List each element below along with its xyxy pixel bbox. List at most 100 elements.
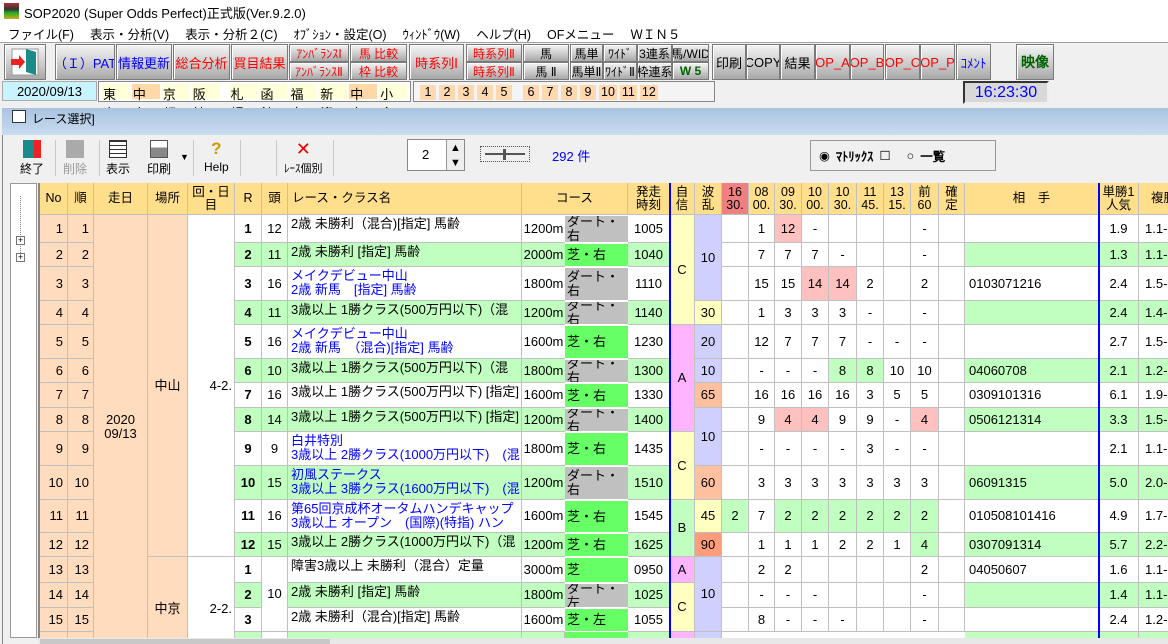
radio-matrix-label[interactable]: ﾏﾄﾘｯｸｽ — [836, 146, 874, 165]
odds-rank-0 — [722, 583, 749, 608]
analysis-button[interactable]: 総合分析 — [173, 44, 230, 80]
race-number-6[interactable]: 6 — [523, 85, 539, 100]
win5-button[interactable]: W 5 — [672, 62, 709, 80]
trio-button[interactable]: 3連系 — [637, 44, 672, 62]
wide-button[interactable]: ﾜｲﾄﾞ — [603, 44, 637, 62]
result-button[interactable]: 結果 — [780, 44, 815, 80]
odds-rank-0 — [722, 267, 749, 301]
help-tool[interactable]: ? Help — [204, 140, 229, 175]
race-number-8[interactable]: 8 — [561, 85, 577, 100]
print-tool[interactable]: 印刷 — [147, 140, 171, 177]
print-button[interactable]: 印刷 — [712, 44, 746, 80]
race-number-1[interactable]: 1 — [420, 85, 436, 100]
results-button[interactable]: 買目結果 — [231, 44, 288, 80]
menu-view-analysis[interactable]: 表示・分析(V) — [82, 22, 177, 42]
op-c-button[interactable]: OP_C — [885, 44, 920, 80]
race-name: 3歳以上 1勝クラス(500万円以下)（混 — [288, 359, 522, 383]
place-odds: 1.1- — [1139, 583, 1168, 608]
expand-icon[interactable]: + — [16, 253, 25, 262]
radio-matrix-icon[interactable]: ◉ — [819, 148, 830, 163]
timeseries-1-button[interactable]: 時系列Ⅰ — [409, 44, 464, 80]
race-count-spinner[interactable]: 2 ▲ ▼ — [407, 139, 465, 171]
comment-button[interactable]: ｺﾒﾝﾄ — [956, 44, 991, 80]
race-number-2[interactable]: 2 — [439, 85, 455, 100]
menu-help[interactable]: ヘルプ(H) — [468, 22, 539, 42]
wide-2-button[interactable]: ﾜｲﾄﾞⅡ — [603, 62, 637, 80]
menu-view-analysis-2[interactable]: 表示・分析２(C) — [177, 22, 285, 42]
race-number-4[interactable]: 4 — [477, 85, 493, 100]
venue-4[interactable]: 札幌 — [229, 84, 258, 121]
spinner-value[interactable]: 2 — [422, 147, 429, 162]
venue-5[interactable]: 函館 — [259, 84, 288, 121]
race-number-5[interactable]: 5 — [496, 85, 512, 100]
race-number-11[interactable]: 11 — [619, 85, 637, 100]
copy-button[interactable]: COPY — [746, 44, 780, 80]
scrollbar-thumb[interactable] — [40, 639, 330, 644]
frame-compare-button[interactable]: 枠 比較 — [350, 62, 407, 80]
wakuren-button[interactable]: 枠連系 — [637, 62, 672, 80]
menu-window[interactable]: ｳｨﾝﾄﾞｳ(W) — [395, 22, 469, 42]
separator — [333, 140, 334, 176]
race-number-3[interactable]: 3 — [458, 85, 474, 100]
venue-1[interactable]: 中山 — [131, 84, 160, 121]
op-a-button[interactable]: OP_A — [815, 44, 850, 80]
slider-icon[interactable] — [480, 146, 530, 162]
exit-door-button[interactable] — [4, 44, 46, 80]
op-p-button[interactable]: OP_P — [920, 44, 955, 80]
menu-file[interactable]: ファイル(F) — [0, 22, 82, 42]
horse-compare-button[interactable]: 馬 比較 — [350, 44, 407, 62]
clock: 16:23:30 — [963, 81, 1049, 104]
header-win: 単勝1 人気 — [1099, 183, 1139, 215]
video-button[interactable]: 映像 — [1016, 44, 1054, 80]
menu-options[interactable]: ｵﾌﾞｼｮﾝ・設定(O) — [286, 22, 395, 42]
exit-tool[interactable]: 終了 — [20, 140, 44, 177]
menu-of[interactable]: OFメニュー — [539, 22, 622, 42]
checkbox-icon[interactable]: ☐ — [879, 148, 890, 163]
expand-icon[interactable]: + — [16, 236, 25, 245]
unbalance-2-button[interactable]: ｱﾝﾊﾞﾗﾝｽⅡ — [289, 62, 349, 80]
horse-button[interactable]: 馬 — [523, 44, 569, 62]
umatan-2-button[interactable]: 馬単Ⅱ — [570, 62, 603, 80]
venue-9[interactable]: 小倉 — [379, 84, 408, 121]
timeseries-2-button[interactable]: 時系列Ⅱ — [466, 44, 522, 62]
date-display[interactable]: 2020/09/13 — [2, 81, 97, 101]
header-heads: 頭 — [262, 183, 288, 215]
spin-down-icon[interactable]: ▼ — [446, 155, 464, 170]
odds-rank-8 — [939, 243, 965, 267]
venue-0[interactable]: 東京 — [102, 84, 130, 121]
radio-list-icon[interactable]: ○ — [907, 149, 915, 163]
update-button[interactable]: 情報更新 — [116, 44, 172, 80]
dropdown-arrow-icon[interactable]: ▼ — [180, 152, 189, 162]
venue-3[interactable]: 阪神 — [191, 84, 220, 121]
odds-rank-7: - — [911, 432, 939, 466]
odds-rank-8 — [939, 383, 965, 408]
distance: 1200m — [522, 215, 565, 243]
menu-win5[interactable]: ＷＩＮ５ — [622, 22, 688, 42]
venue-2[interactable]: 京都 — [161, 84, 190, 121]
radio-list-label[interactable]: 一覧 — [920, 146, 945, 165]
pat-button[interactable]: （Ｉ）PAT — [55, 44, 115, 80]
odds-rank-7: - — [911, 301, 939, 325]
unbalance-1-button[interactable]: ｱﾝﾊﾞﾗﾝｽⅠ — [289, 44, 349, 62]
timeseries-2b-button[interactable]: 時系列Ⅱ — [466, 62, 522, 80]
horse-2-button[interactable]: 馬 Ⅱ — [523, 62, 569, 80]
row-no: 14 — [40, 583, 68, 608]
venue-7[interactable]: 新潟 — [319, 84, 348, 121]
odds-rank-5: 3 — [857, 383, 884, 408]
show-tool[interactable]: 表示 — [106, 140, 130, 177]
odds-rank-3: 7 — [802, 325, 829, 359]
race-number-10[interactable]: 10 — [599, 85, 617, 100]
row-no: 4 — [40, 301, 68, 325]
delete-tool[interactable]: 削除 — [63, 140, 87, 177]
race-number-9[interactable]: 9 — [580, 85, 596, 100]
race-number-12[interactable]: 12 — [639, 85, 658, 100]
horse-wid-button[interactable]: 馬/WID — [672, 44, 709, 62]
win-odds: 2.4 — [1099, 301, 1139, 325]
op-b-button[interactable]: OP_B — [850, 44, 884, 80]
umatan-button[interactable]: 馬単 — [570, 44, 603, 62]
race-detail-tool[interactable]: ✕ ﾚｰｽ個別 — [284, 140, 323, 176]
venue-6[interactable]: 福島 — [289, 84, 318, 121]
venue-8[interactable]: 中京 — [349, 84, 378, 121]
race-number-7[interactable]: 7 — [542, 85, 558, 100]
spin-up-icon[interactable]: ▲ — [446, 140, 464, 155]
